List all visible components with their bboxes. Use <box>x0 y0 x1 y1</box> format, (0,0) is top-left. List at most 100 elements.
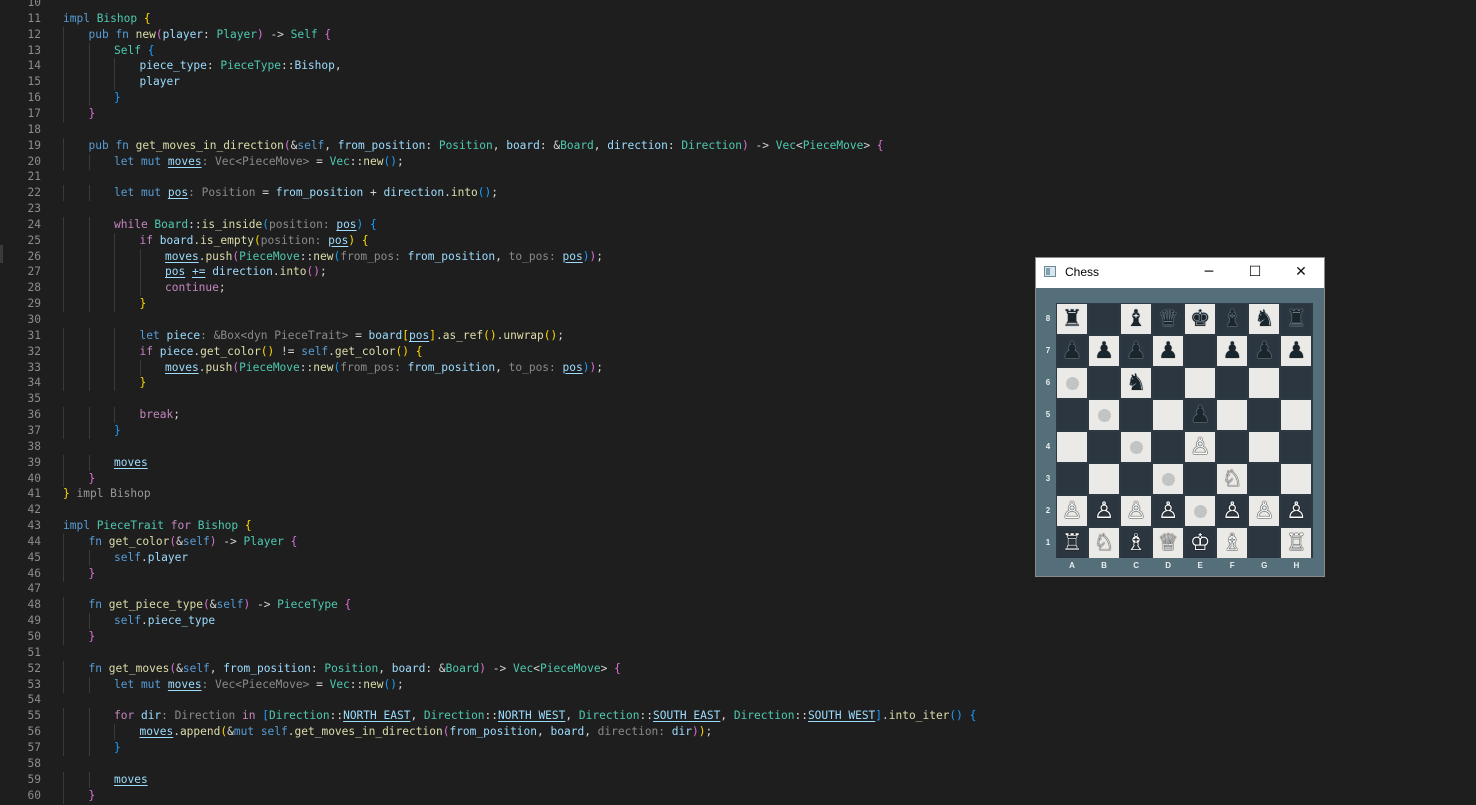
board-square-b3[interactable] <box>1089 464 1120 495</box>
board-square-b6[interactable] <box>1089 368 1120 399</box>
code-line[interactable]: 23 <box>0 201 1476 217</box>
board-square-c8[interactable]: ♝ <box>1121 304 1152 334</box>
code-line[interactable]: 53 let mut moves: Vec<PieceMove> = Vec::n… <box>0 676 1476 693</box>
board-square-e6[interactable] <box>1185 368 1216 399</box>
board-square-h5[interactable] <box>1281 400 1312 431</box>
board-square-d1[interactable]: ♕ <box>1153 528 1184 559</box>
board-square-a1[interactable]: ♖ <box>1057 528 1087 559</box>
board-square-c4[interactable] <box>1121 432 1152 463</box>
black-bishop-icon[interactable]: ♝ <box>1121 304 1151 334</box>
window-titlebar[interactable]: Chess ─ ☐ ✕ <box>1036 258 1324 288</box>
board-square-c2[interactable]: ♙ <box>1121 496 1152 527</box>
move-hint-dot[interactable] <box>1162 473 1176 487</box>
white-knight-icon[interactable]: ♘ <box>1217 464 1247 494</box>
white-pawn-icon[interactable]: ♙ <box>1281 496 1311 526</box>
board-square-h8[interactable]: ♜ <box>1281 304 1312 334</box>
board-square-b5[interactable] <box>1089 400 1120 431</box>
board-square-a2[interactable]: ♙ <box>1057 496 1087 527</box>
board-square-h6[interactable] <box>1281 368 1312 399</box>
board-square-a7[interactable]: ♟ <box>1057 336 1087 367</box>
black-king-icon[interactable]: ♚ <box>1185 304 1215 334</box>
code-line[interactable]: 10 <box>0 0 1476 11</box>
white-pawn-icon[interactable]: ♙ <box>1185 432 1215 462</box>
chess-board[interactable]: ♜ ♝ ♛ ♚ ♝ ♞ ♜ ♟ ♟ ♟ ♟ ♟ ♟ ♟ ♞ ♟ ♙ ♘ ♙ ♙ ♙ ♙ ♙ ♙ ♙ ♖ ♘ ♗ ♕ ♔ ♗ ♖ <box>1056 303 1313 559</box>
black-knight-icon[interactable]: ♞ <box>1249 304 1279 334</box>
black-pawn-icon[interactable]: ♟ <box>1121 336 1151 366</box>
code-line[interactable]: 48 fn get_piece_type(&self) -> PieceType … <box>0 597 1476 614</box>
board-square-h1[interactable]: ♖ <box>1281 528 1312 559</box>
code-line[interactable]: 19 pub fn get_moves_in_direction(&self, f… <box>0 137 1476 154</box>
code-line[interactable]: 58 <box>0 756 1476 772</box>
black-pawn-icon[interactable]: ♟ <box>1057 336 1087 366</box>
black-queen-icon[interactable]: ♛ <box>1153 304 1183 334</box>
chess-window[interactable]: Chess ─ ☐ ✕ ♜ ♝ ♛ ♚ ♝ ♞ ♜ ♟ ♟ ♟ ♟ ♟ ♟ ♟ ♞ ♟ ♙ ♘ ♙ ♙ ♙ ♙ ♙ ♙ ♙ ♖ ♘ ♗… <box>1036 258 1324 576</box>
board-square-c5[interactable] <box>1121 400 1152 431</box>
code-line[interactable]: 59 moves <box>0 771 1476 788</box>
board-square-g7[interactable]: ♟ <box>1249 336 1280 367</box>
code-line[interactable]: 56 moves.append(&mut self.get_moves_in_di… <box>0 724 1476 741</box>
board-square-b4[interactable] <box>1089 432 1120 463</box>
code-line[interactable]: 52 fn get_moves(&self, from_position: Pos… <box>0 660 1476 677</box>
board-square-c7[interactable]: ♟ <box>1121 336 1152 367</box>
board-square-c3[interactable] <box>1121 464 1152 495</box>
board-square-d8[interactable]: ♛ <box>1153 304 1184 334</box>
board-square-f3[interactable]: ♘ <box>1217 464 1248 495</box>
board-square-d6[interactable] <box>1153 368 1184 399</box>
board-square-a3[interactable] <box>1057 464 1087 495</box>
board-square-g1[interactable] <box>1249 528 1280 559</box>
board-square-d7[interactable]: ♟ <box>1153 336 1184 367</box>
code-line[interactable]: 47 <box>0 581 1476 597</box>
board-square-f7[interactable]: ♟ <box>1217 336 1248 367</box>
board-square-d2[interactable]: ♙ <box>1153 496 1184 527</box>
board-square-b8[interactable] <box>1089 304 1120 334</box>
code-line[interactable]: 18 <box>0 122 1476 138</box>
code-line[interactable]: 11 impl Bishop { <box>0 11 1476 27</box>
code-line[interactable]: 13 Self { <box>0 42 1476 59</box>
white-pawn-icon[interactable]: ♙ <box>1217 496 1247 526</box>
board-square-f2[interactable]: ♙ <box>1217 496 1248 527</box>
board-square-b1[interactable]: ♘ <box>1089 528 1120 559</box>
black-rook-icon[interactable]: ♜ <box>1281 304 1311 334</box>
code-line[interactable]: 54 <box>0 692 1476 708</box>
board-square-f8[interactable]: ♝ <box>1217 304 1248 334</box>
code-line[interactable]: 60} <box>0 787 1476 804</box>
minimize-button[interactable]: ─ <box>1186 258 1232 288</box>
board-square-a8[interactable]: ♜ <box>1057 304 1087 334</box>
code-line[interactable]: 16} <box>0 90 1476 107</box>
board-square-g3[interactable] <box>1249 464 1280 495</box>
move-hint-dot[interactable] <box>1098 409 1112 423</box>
white-king-icon[interactable]: ♔ <box>1185 528 1215 558</box>
white-pawn-icon[interactable]: ♙ <box>1089 496 1119 526</box>
code-line[interactable]: 21 <box>0 169 1476 185</box>
board-square-c1[interactable]: ♗ <box>1121 528 1152 559</box>
close-button[interactable]: ✕ <box>1278 258 1324 288</box>
code-line[interactable]: 20 let mut moves: Vec<PieceMove> = Vec::n… <box>0 153 1476 170</box>
board-square-b7[interactable]: ♟ <box>1089 336 1120 367</box>
black-pawn-icon[interactable]: ♟ <box>1217 336 1247 366</box>
board-square-a6[interactable] <box>1057 368 1087 399</box>
board-square-e5[interactable]: ♟ <box>1185 400 1216 431</box>
board-square-c6[interactable]: ♞ <box>1121 368 1152 399</box>
code-line[interactable]: 24 while Board::is_inside(position: pos) … <box>0 216 1476 233</box>
white-pawn-icon[interactable]: ♙ <box>1249 496 1279 526</box>
board-square-f5[interactable] <box>1217 400 1248 431</box>
white-knight-icon[interactable]: ♘ <box>1089 528 1119 558</box>
board-square-g2[interactable]: ♙ <box>1249 496 1280 527</box>
white-pawn-icon[interactable]: ♙ <box>1121 496 1151 526</box>
move-hint-dot[interactable] <box>1194 505 1208 519</box>
board-square-a5[interactable] <box>1057 400 1087 431</box>
board-square-f6[interactable] <box>1217 368 1248 399</box>
move-hint-dot[interactable] <box>1130 441 1144 455</box>
board-square-d3[interactable] <box>1153 464 1184 495</box>
board-square-g6[interactable] <box>1249 368 1280 399</box>
board-square-f4[interactable] <box>1217 432 1248 463</box>
board-square-b2[interactable]: ♙ <box>1089 496 1120 527</box>
board-square-e4[interactable]: ♙ <box>1185 432 1216 463</box>
move-hint-dot[interactable] <box>1066 377 1079 391</box>
white-bishop-icon[interactable]: ♗ <box>1217 528 1247 558</box>
board-square-d5[interactable] <box>1153 400 1184 431</box>
maximize-button[interactable]: ☐ <box>1232 258 1278 288</box>
board-square-g4[interactable] <box>1249 432 1280 463</box>
code-line[interactable]: 55 for dir: Direction in [Direction::NORT… <box>0 708 1476 725</box>
board-square-e7[interactable] <box>1185 336 1216 367</box>
